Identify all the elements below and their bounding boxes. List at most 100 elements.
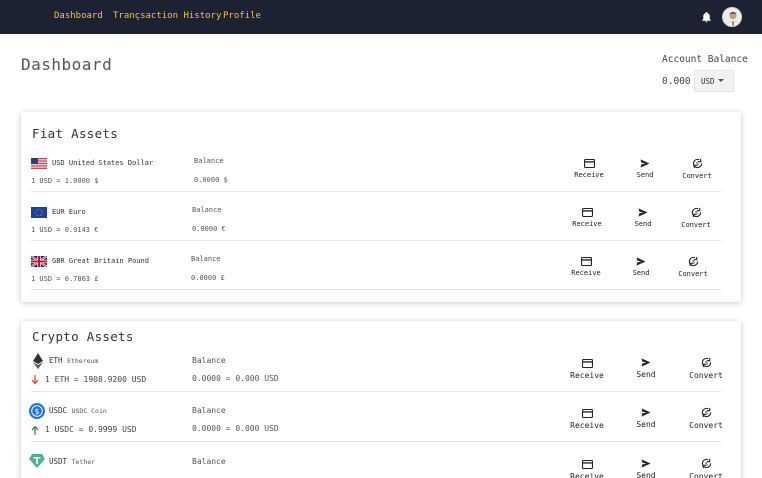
balance-label: Balance	[192, 457, 226, 466]
convert-label: Convert	[681, 221, 711, 229]
receive-button[interactable]: Receive	[565, 208, 609, 228]
convert-button[interactable]: $ Convert	[684, 357, 728, 380]
balance-value: 0.0000 = 0.000 USD	[192, 424, 279, 433]
card-icon	[580, 257, 592, 266]
balance-value: 0.0000 = 0.000 USD	[192, 374, 279, 383]
send-label: Send	[634, 220, 652, 228]
arrow-down-icon	[31, 375, 39, 385]
fiat-assets-card: Fiat Assets USD United States Dollar 1 U…	[21, 112, 741, 302]
currency-exchange-icon: $	[701, 458, 711, 469]
bell-icon[interactable]	[700, 10, 713, 24]
svg-text:$: $	[35, 407, 40, 416]
asset-code: ETH Ethereum	[49, 356, 99, 365]
send-button[interactable]: Send	[624, 408, 668, 429]
send-label: Send	[636, 471, 656, 478]
page-title: Dashboard	[21, 55, 113, 74]
card-icon	[581, 359, 593, 368]
arrow-up-icon	[31, 425, 39, 435]
balance-label: Balance	[192, 206, 222, 214]
avatar[interactable]	[722, 7, 742, 27]
send-icon	[641, 459, 651, 468]
balance-value: 0.0000 £	[191, 274, 225, 282]
fiat-row-gbr: GBR Great Britain Pound 1 USD = 0.7863 £…	[31, 248, 721, 290]
receive-label: Receive	[574, 171, 604, 179]
receive-label: Receive	[571, 269, 601, 277]
eu-flag-icon	[31, 207, 47, 218]
send-label: Send	[636, 171, 654, 179]
receive-button[interactable]: Receive	[565, 409, 609, 430]
asset-code: GBR Great Britain Pound	[52, 257, 149, 265]
card-icon	[581, 409, 593, 418]
currency-select[interactable]: USD	[694, 70, 734, 92]
send-label: Send	[632, 269, 650, 277]
nav-dashboard[interactable]: Dashboard	[54, 11, 103, 21]
tether-icon	[29, 454, 45, 468]
send-button[interactable]: Send	[623, 159, 667, 179]
svg-text:$: $	[704, 360, 707, 366]
crypto-row-usdt: USDT Tether Balance Receive Send $ Conve…	[29, 451, 723, 478]
convert-button[interactable]: $ Convert	[671, 256, 715, 278]
convert-button[interactable]: $ Convert	[674, 207, 718, 229]
convert-label: Convert	[689, 371, 723, 380]
balance-value: 0.0000 €	[192, 225, 226, 233]
send-label: Send	[636, 420, 656, 429]
caret-down-icon	[718, 79, 724, 82]
send-icon	[640, 159, 650, 168]
currency-exchange-icon: $	[701, 357, 711, 368]
convert-button[interactable]: $ Convert	[684, 458, 728, 478]
send-button[interactable]: Send	[624, 358, 668, 379]
send-button[interactable]: Send	[624, 459, 668, 478]
receive-label: Receive	[572, 220, 602, 228]
send-icon	[636, 257, 646, 266]
nav-transaction-history[interactable]: Trançsaction History	[113, 11, 221, 21]
send-button[interactable]: Send	[621, 208, 665, 228]
send-icon	[638, 208, 648, 217]
fiat-assets-title: Fiat Assets	[32, 126, 119, 141]
receive-label: Receive	[570, 472, 604, 478]
balance-label: Balance	[191, 255, 221, 263]
exchange-rate: 1 USDC = 0.9999 USD	[45, 425, 137, 434]
user-avatar-icon	[723, 8, 741, 26]
send-icon	[641, 358, 651, 367]
send-label: Send	[636, 370, 656, 379]
convert-label: Convert	[678, 270, 708, 278]
svg-text:$: $	[695, 161, 698, 167]
receive-button[interactable]: Receive	[564, 257, 608, 277]
fiat-row-eur: EUR Euro 1 USD = 0.9143 € Balance 0.0000…	[31, 199, 721, 241]
crypto-row-usdc: $ USDC USDC Coin 1 USDC = 0.9999 USD Bal…	[29, 401, 723, 442]
svg-text:$: $	[691, 259, 694, 265]
convert-button[interactable]: $ Convert	[684, 407, 728, 430]
balance-value: 0.0000 $	[194, 176, 228, 184]
usdc-icon: $	[29, 403, 45, 419]
currency-select-value: USD	[701, 77, 715, 86]
currency-exchange-icon: $	[691, 207, 701, 218]
balance-label: Balance	[194, 157, 224, 165]
send-icon	[641, 408, 651, 417]
exchange-rate: 1 USD = 1.0000 $	[31, 177, 99, 185]
currency-exchange-icon: $	[692, 158, 702, 169]
card-icon	[583, 159, 595, 168]
currency-exchange-icon: $	[688, 256, 698, 267]
nav-profile[interactable]: Profile	[223, 11, 261, 21]
asset-code: USDT Tether	[49, 457, 96, 466]
convert-label: Convert	[689, 421, 723, 430]
exchange-rate: 1 USD = 0.9143 €	[31, 226, 99, 234]
receive-button[interactable]: Receive	[565, 460, 609, 478]
card-icon	[581, 208, 593, 217]
convert-label: Convert	[682, 172, 712, 180]
top-navbar: Dashboard Trançsaction History Profile	[0, 0, 762, 34]
receive-button[interactable]: Receive	[567, 159, 611, 179]
account-balance-amount: 0.000	[662, 76, 691, 87]
receive-button[interactable]: Receive	[565, 359, 609, 380]
receive-label: Receive	[570, 421, 604, 430]
balance-label: Balance	[192, 356, 226, 365]
crypto-row-eth: ETH Ethereum 1 ETH = 1908.9200 USD Balan…	[31, 351, 723, 392]
exchange-rate: 1 USD = 0.7863 £	[31, 275, 99, 283]
send-button[interactable]: Send	[619, 257, 663, 277]
account-balance-label: Account Balance	[662, 54, 748, 65]
convert-button[interactable]: $ Convert	[675, 158, 719, 180]
fiat-row-usd: USD United States Dollar 1 USD = 1.0000 …	[31, 150, 721, 192]
convert-label: Convert	[689, 472, 723, 478]
us-flag-icon	[31, 158, 47, 169]
uk-flag-icon	[31, 256, 47, 267]
